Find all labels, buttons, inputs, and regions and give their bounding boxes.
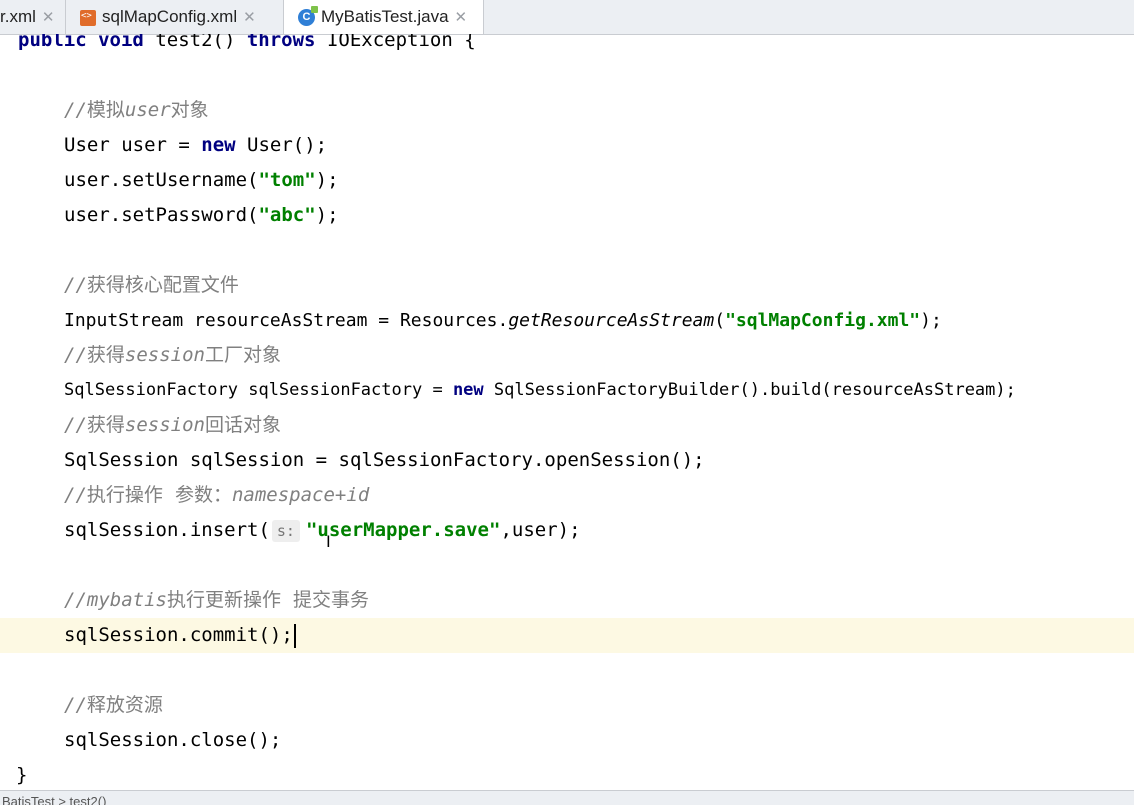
tab-sqlmapconfig-xml[interactable]: sqlMapConfig.xml ✕ — [66, 0, 284, 34]
java-class-icon: C — [298, 5, 318, 26]
editor-tab-bar: r.xml ✕ sqlMapConfig.xml ✕ C MyBatisTest… — [0, 0, 1134, 35]
code-line: sqlSession.insert(s: "userMapper.save",us… — [64, 519, 581, 542]
code-comment: //mybatis执行更新操作 提交事务 — [64, 589, 370, 611]
code-line: sqlSession.close(); — [64, 729, 282, 751]
parameter-hint: s: — [271, 519, 300, 542]
code-comment: //释放资源 — [64, 694, 163, 716]
tab-label: MyBatisTest.java — [321, 7, 449, 26]
code-comment: //获得核心配置文件 — [64, 274, 239, 296]
code-comment: //模拟user对象 — [64, 99, 209, 121]
tab-label: sqlMapConfig.xml — [102, 7, 238, 26]
tab-mybatistest-java[interactable]: C MyBatisTest.java ✕ — [284, 0, 484, 34]
close-icon[interactable]: ✕ — [42, 8, 55, 26]
tab-label: r.xml — [0, 7, 36, 26]
code-line: } — [16, 764, 28, 786]
code-editor[interactable]: public void test2() throws IOException {… — [0, 34, 1134, 790]
code-comment: //获得session回话对象 — [64, 414, 281, 436]
close-icon[interactable]: ✕ — [455, 8, 468, 26]
tab-mapper-xml[interactable]: r.xml ✕ — [0, 0, 66, 34]
code-line: public void test2() throws IOException { — [18, 34, 476, 51]
code-line: user.setPassword("abc"); — [64, 204, 339, 226]
code-line: user.setUsername("tom"); — [64, 169, 339, 191]
code-comment: //执行操作 参数：namespace+id — [64, 484, 370, 506]
code-line-current: sqlSession.commit(); — [0, 618, 1134, 653]
code-comment: //获得session工厂对象 — [64, 344, 281, 366]
xml-file-icon — [80, 10, 96, 26]
code-line: SqlSessionFactory sqlSessionFactory = ne… — [64, 380, 1016, 400]
code-line: SqlSession sqlSession = sqlSessionFactor… — [64, 449, 705, 471]
mouse-ibeam-cursor-icon: I — [326, 532, 331, 551]
code-line: InputStream resourceAsStream = Resources… — [64, 310, 942, 331]
close-icon[interactable]: ✕ — [243, 8, 256, 26]
breadcrumb[interactable]: BatisTest > test2() — [2, 794, 106, 805]
text-caret — [293, 623, 296, 648]
breadcrumb-status-bar: BatisTest > test2() — [0, 790, 1134, 805]
code-line: User user = new User(); — [64, 134, 328, 156]
